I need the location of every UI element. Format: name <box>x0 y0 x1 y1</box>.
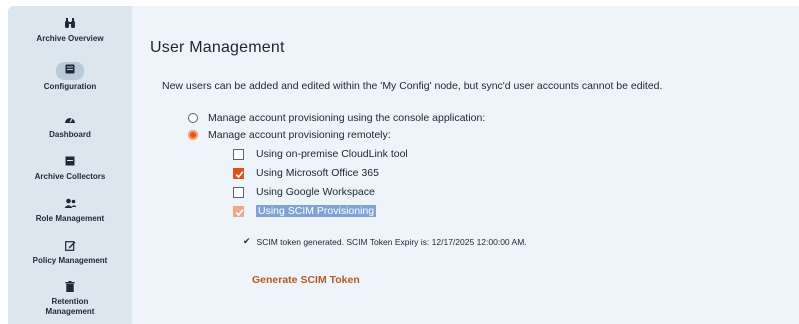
checkbox-label: Using Google Workspace <box>256 186 375 198</box>
checkbox-checked[interactable] <box>233 205 244 217</box>
sidebar-item-label: Policy Management <box>32 256 108 265</box>
sidebar-item-archive-overview[interactable]: Archive Overview <box>8 18 132 44</box>
sidebar-item-label: Archive Collectors <box>34 172 106 181</box>
check-icon <box>235 170 244 178</box>
generate-scim-token-button[interactable]: Generate SCIM Token <box>252 274 360 286</box>
sidebar-item-label: Dashboard <box>49 130 91 139</box>
checkbox[interactable] <box>233 148 244 160</box>
checkbox-scim-provisioning[interactable]: Using SCIM Provisioning <box>233 204 377 218</box>
checkbox-google-workspace[interactable]: Using Google Workspace <box>233 185 375 199</box>
sidebar: Archive Overview Configuration Dashboard… <box>8 6 132 324</box>
radio-label: Manage account provisioning using the co… <box>208 112 486 124</box>
checkbox-office-365[interactable]: Using Microsoft Office 365 <box>233 166 379 180</box>
sidebar-item-policy-management[interactable]: Policy Management <box>8 240 132 266</box>
page-title: User Management <box>150 39 285 56</box>
app-frame: Archive Overview Configuration Dashboard… <box>8 6 799 324</box>
trash-icon <box>62 281 78 295</box>
sidebar-item-label: Role Management <box>35 214 105 223</box>
token-status: ✔ SCIM token generated. SCIM Token Expir… <box>243 236 527 247</box>
radio-button[interactable] <box>188 113 198 123</box>
sidebar-item-label: Configuration <box>43 82 97 91</box>
radio-provision-console[interactable]: Manage account provisioning using the co… <box>188 111 485 125</box>
radio-provision-remote[interactable]: Manage account provisioning remotely: <box>188 128 391 142</box>
main-content: User Management New users can be added a… <box>132 6 799 324</box>
active-indicator <box>56 62 84 80</box>
sidebar-item-configuration[interactable]: Configuration <box>8 62 132 92</box>
binoculars-icon <box>62 18 78 32</box>
sidebar-item-label: Retention Management <box>45 297 95 316</box>
collector-icon <box>62 156 78 170</box>
checkbox-label: Using Microsoft Office 365 <box>256 167 379 179</box>
sidebar-item-dashboard[interactable]: Dashboard <box>8 114 132 140</box>
checkbox-label-selected: Using SCIM Provisioning <box>256 205 377 217</box>
checkbox[interactable] <box>233 186 244 198</box>
sidebar-item-retention-management[interactable]: Retention Management <box>8 281 132 317</box>
check-icon <box>235 208 244 216</box>
checkbox-checked[interactable] <box>233 167 244 179</box>
users-icon <box>62 198 78 212</box>
radio-button-selected[interactable] <box>188 130 198 140</box>
sidebar-item-archive-collectors[interactable]: Archive Collectors <box>8 156 132 182</box>
checkbox-cloudlink[interactable]: Using on-premise CloudLink tool <box>233 147 408 161</box>
intro-text: New users can be added and edited within… <box>162 80 663 92</box>
sidebar-item-role-management[interactable]: Role Management <box>8 198 132 224</box>
checkmark-icon: ✔ <box>243 236 251 246</box>
configuration-icon <box>62 64 78 78</box>
gauge-icon <box>62 114 78 128</box>
sidebar-item-label: Archive Overview <box>36 34 104 43</box>
checkbox-label: Using on-premise CloudLink tool <box>256 148 408 160</box>
edit-icon <box>62 240 78 254</box>
radio-label: Manage account provisioning remotely: <box>208 129 391 141</box>
token-status-text: SCIM token generated. SCIM Token Expiry … <box>256 236 527 247</box>
